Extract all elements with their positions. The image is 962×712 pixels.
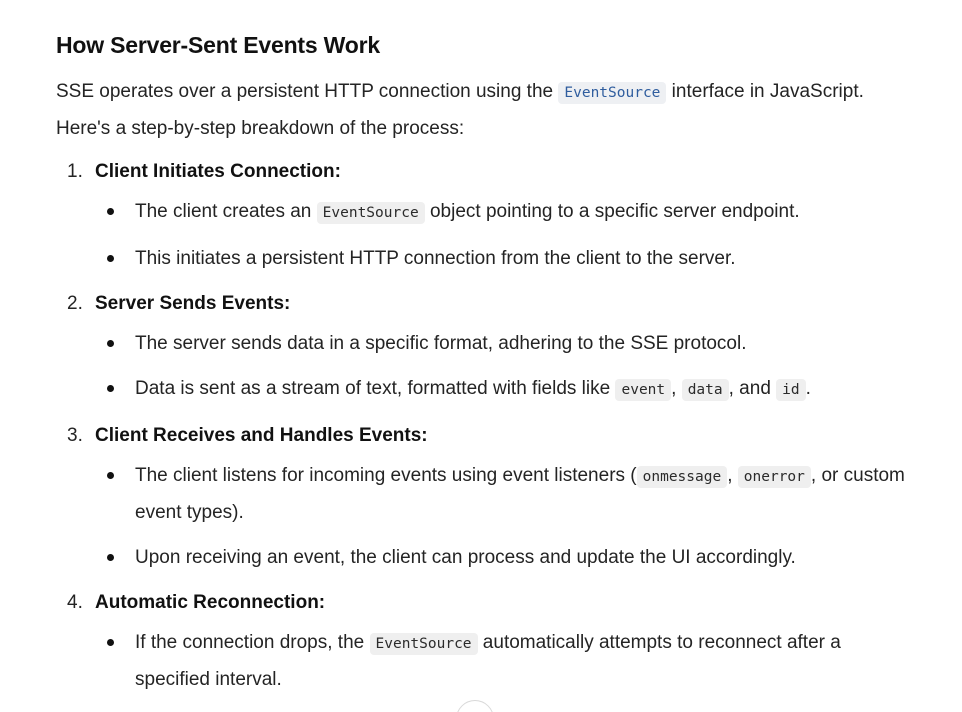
bullet-text: This initiates a persistent HTTP connect… (135, 248, 736, 269)
step-number: 3. (67, 425, 83, 446)
inline-code: onmessage (636, 466, 728, 488)
bullet-item: If the connection drops, the EventSource… (95, 625, 906, 697)
bullet-text: Data is sent as a stream of text, format… (135, 378, 616, 399)
bullet-item: The client creates an EventSource object… (95, 194, 906, 231)
bullet-list: The client creates an EventSource object… (95, 194, 906, 276)
section-heading: How Server-Sent Events Work (56, 32, 380, 58)
step-number: 4. (67, 592, 83, 613)
inline-code: EventSource (558, 82, 667, 104)
intro-text: SSE operates over a persistent HTTP conn… (56, 81, 559, 102)
inline-code: data (681, 379, 729, 401)
step-item: 4. Automatic Reconnection: If the connec… (56, 585, 906, 697)
bullet-text: , and (728, 378, 777, 399)
step-title: Client Initiates Connection: (95, 161, 341, 182)
step-item: 2. Server Sends Events: The server sends… (56, 286, 906, 408)
inline-code: id (776, 379, 806, 401)
bullet-item: Data is sent as a stream of text, format… (95, 371, 906, 408)
document-content: How Server-Sent Events Work SSE operates… (56, 30, 906, 707)
bullet-item: Upon receiving an event, the client can … (95, 540, 906, 575)
inline-code: onerror (737, 466, 811, 488)
inline-code: EventSource (316, 202, 425, 224)
bullet-text: The client creates an (135, 201, 317, 222)
step-number: 2. (67, 293, 83, 314)
bullet-text: The server sends data in a specific form… (135, 333, 747, 354)
step-title: Client Receives and Handles Events: (95, 425, 428, 446)
step-item: 3. Client Receives and Handles Events: T… (56, 418, 906, 575)
bullet-text: , (671, 378, 682, 399)
bullet-text: object pointing to a specific server end… (424, 201, 800, 222)
inline-code: event (615, 379, 672, 401)
bullet-text: If the connection drops, the (135, 632, 370, 653)
step-item: 1. Client Initiates Connection: The clie… (56, 154, 906, 276)
bullet-list: The client listens for incoming events u… (95, 458, 906, 575)
bullet-text: , (727, 465, 738, 486)
bullet-text: The client listens for incoming events u… (135, 465, 637, 486)
bullet-item: The server sends data in a specific form… (95, 326, 906, 361)
bullet-text: Upon receiving an event, the client can … (135, 547, 796, 568)
bullet-item: This initiates a persistent HTTP connect… (95, 241, 906, 276)
bullet-list: If the connection drops, the EventSource… (95, 625, 906, 697)
bullet-item: The client listens for incoming events u… (95, 458, 906, 530)
intro-paragraph: SSE operates over a persistent HTTP conn… (56, 74, 906, 146)
bullet-text: . (805, 378, 811, 399)
step-number: 1. (67, 161, 83, 182)
step-title: Server Sends Events: (95, 293, 291, 314)
bullet-list: The server sends data in a specific form… (95, 326, 906, 408)
inline-code: EventSource (369, 633, 478, 655)
step-title: Automatic Reconnection: (95, 592, 326, 613)
steps-list: 1. Client Initiates Connection: The clie… (56, 154, 906, 697)
